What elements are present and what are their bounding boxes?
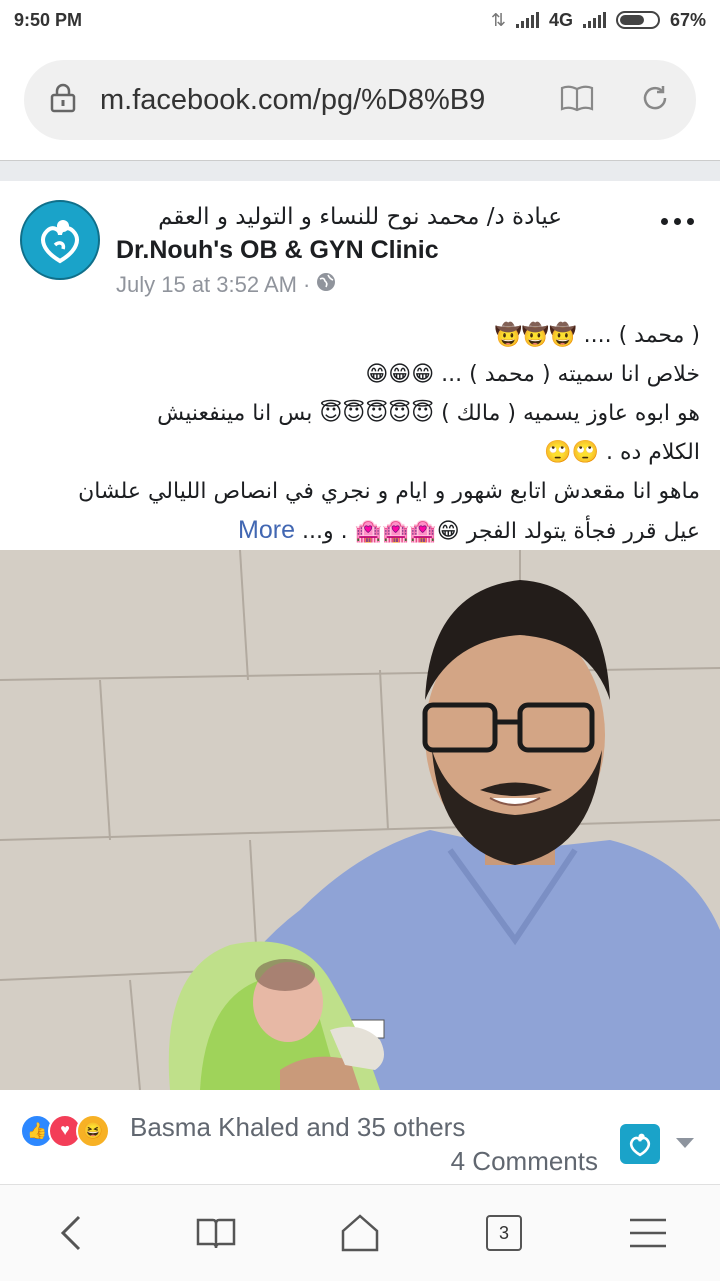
battery-percent: 67% xyxy=(669,9,706,30)
back-arrow-icon xyxy=(60,1215,81,1251)
post-line: هو ابوه عاوز يسميه ( مالك ) 😇😇😇😇😇 بس انا… xyxy=(157,401,700,426)
haha-icon: 😆 xyxy=(76,1114,110,1148)
battery-fill xyxy=(619,15,645,25)
post-options-icon[interactable] xyxy=(661,218,694,225)
post-line: خلاص انا سميته ( محمد ) ... 😁😁😁 xyxy=(365,362,700,387)
back-button[interactable] xyxy=(42,1203,102,1263)
home-button[interactable] xyxy=(330,1203,390,1263)
clinic-logo-icon xyxy=(41,220,79,264)
refresh-icon[interactable] xyxy=(640,83,670,118)
home-icon xyxy=(341,1214,379,1252)
chevron-down-icon[interactable] xyxy=(676,1138,694,1148)
tabs-button[interactable]: 3 xyxy=(474,1203,534,1263)
post-line: ماهو انا مقعدش اتابع شهور و ايام و نجري … xyxy=(78,479,700,504)
status-icons: ⇅ 4G 67% xyxy=(491,10,706,31)
clinic-logo-icon xyxy=(629,1133,651,1157)
feed-divider xyxy=(0,160,720,181)
post-timestamp[interactable]: July 15 at 3:52 AM xyxy=(116,272,297,298)
emoji-angel: 😇😇😇😇😇 xyxy=(319,401,435,426)
network-type: 4G xyxy=(548,9,573,30)
page-avatar[interactable] xyxy=(20,200,100,280)
signal-icon xyxy=(515,12,539,28)
url-text[interactable]: m.facebook.com/pg/%D8%B9 xyxy=(100,84,520,117)
signal-icon-2 xyxy=(582,12,606,28)
commenter-avatar[interactable] xyxy=(620,1124,660,1164)
emoji-eyeroll: 🙄🙄 xyxy=(544,440,599,465)
tab-count: 3 xyxy=(486,1215,522,1251)
lock-icon xyxy=(50,83,76,118)
reaction-summary[interactable]: Basma Khaled and 35 others xyxy=(130,1112,465,1143)
emoji-cowboy: 🤠🤠🤠 xyxy=(494,323,577,348)
browser-bottom-nav: 3 xyxy=(0,1184,720,1281)
reactions-bar: 👍 ♥ 😆 Basma Khaled and 35 others 4 Comme… xyxy=(0,1090,720,1180)
comments-count[interactable]: 4 Comments xyxy=(451,1146,598,1177)
post-header: عيادة د/ محمد نوح للنساء و التوليد و الع… xyxy=(0,180,720,310)
address-bar[interactable]: m.facebook.com/pg/%D8%B9 xyxy=(24,60,696,140)
status-time: 9:50 PM xyxy=(14,9,83,30)
emoji-grin: 😁😁😁 xyxy=(365,362,435,387)
post-line: ( محمد ) .... 🤠🤠🤠 xyxy=(494,323,700,348)
globe-icon xyxy=(316,272,336,298)
page-name-arabic[interactable]: عيادة د/ محمد نوح للنساء و التوليد و الع… xyxy=(158,204,562,230)
emoji-hotel: 😁🏩🏩🏩 xyxy=(354,519,460,544)
battery-icon xyxy=(615,11,660,29)
post-line: الكلام ده . 🙄🙄 xyxy=(544,440,700,465)
menu-button[interactable] xyxy=(618,1203,678,1263)
post-text: ( محمد ) .... 🤠🤠🤠 خلاص انا سميته ( محمد … xyxy=(22,316,700,551)
page-name-english[interactable]: Dr.Nouh's OB & GYN Clinic xyxy=(116,236,439,265)
reaction-icons[interactable]: 👍 ♥ 😆 xyxy=(20,1114,110,1148)
post-line: عيل قرر فجأة يتولد الفجر 😁🏩🏩🏩 . و... Mor… xyxy=(238,516,700,544)
post-photo[interactable] xyxy=(0,550,720,1090)
see-more-link[interactable]: More xyxy=(238,516,295,544)
meta-separator: · xyxy=(303,272,311,297)
book-icon xyxy=(196,1218,236,1249)
post-meta: July 15 at 3:52 AM · xyxy=(116,272,336,298)
status-bar: 9:50 PM ⇅ 4G 67% xyxy=(0,0,720,40)
reader-mode-icon[interactable] xyxy=(560,84,594,117)
data-arrows-icon: ⇅ xyxy=(490,9,506,30)
bookmarks-button[interactable] xyxy=(186,1203,246,1263)
menu-icon xyxy=(630,1218,666,1248)
